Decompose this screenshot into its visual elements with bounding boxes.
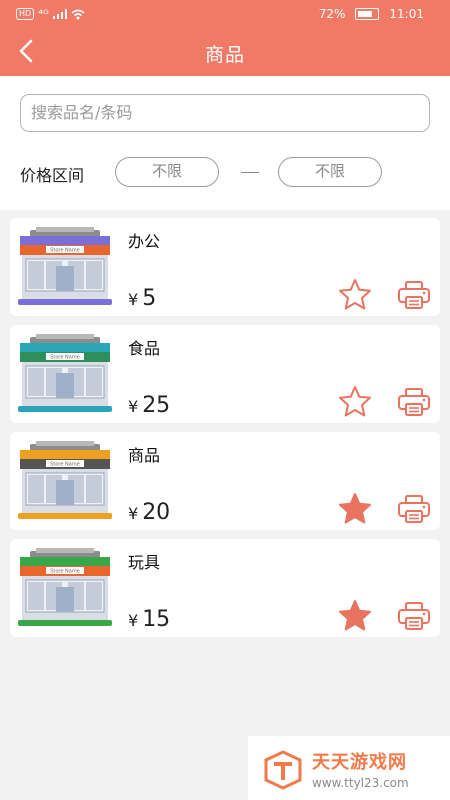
product-name: 办公 (128, 232, 161, 251)
product-price: ¥5 (128, 286, 156, 311)
battery-percent: 72% (318, 7, 346, 21)
product-name: 食品 (128, 339, 161, 358)
battery-icon (355, 8, 380, 20)
filter-panel: 搜索品名/条码 价格区间 不限 不限 (0, 76, 450, 210)
price-amount: 25 (142, 393, 171, 418)
price-range-label: 价格区间 (20, 166, 85, 185)
printer-icon[interactable] (397, 280, 431, 310)
watermark-url: www.ttyl23.com (312, 776, 409, 790)
price-amount: 5 (142, 286, 157, 311)
watermark: 天天游戏网 www.ttyl23.com (248, 736, 450, 800)
product-card[interactable]: Store Name 商品 ¥20 (10, 432, 440, 530)
svg-text:Store Name: Store Name (50, 569, 80, 575)
currency-symbol: ¥ (128, 611, 139, 630)
store-building-icon: Store Name (18, 334, 112, 412)
product-card[interactable]: Store Name 食品 ¥25 (10, 325, 440, 423)
price-amount: 20 (142, 500, 171, 525)
range-separator (241, 172, 259, 173)
printer-icon[interactable] (397, 601, 431, 631)
currency-symbol: ¥ (128, 290, 139, 309)
favorite-star-icon[interactable] (338, 278, 372, 310)
page-title: 商品 (204, 44, 245, 66)
search-input[interactable]: 搜索品名/条码 (20, 94, 430, 132)
favorite-star-icon[interactable] (338, 492, 372, 524)
currency-symbol: ¥ (128, 504, 139, 523)
watermark-logo-icon (264, 750, 302, 790)
svg-text:Store Name: Store Name (50, 248, 80, 254)
product-price: ¥25 (128, 393, 170, 418)
wifi-icon (71, 9, 85, 19)
svg-text:Store Name: Store Name (50, 462, 80, 468)
currency-symbol: ¥ (128, 397, 139, 416)
product-list: Store Name 办公 ¥5 Store Name 食品 ¥ 25 Stor… (10, 218, 440, 646)
product-price: ¥20 (128, 500, 170, 525)
printer-icon[interactable] (397, 494, 431, 524)
watermark-title: 天天游戏网 (312, 752, 407, 773)
store-building-icon: Store Name (18, 227, 112, 305)
app-header: HD ⁴ᴳ 72% 11:01 商品 (0, 0, 450, 76)
product-card[interactable]: Store Name 玩具 ¥15 (10, 539, 440, 637)
hd-badge: HD (16, 8, 35, 20)
favorite-star-icon[interactable] (338, 599, 372, 631)
store-building-icon: Store Name (18, 548, 112, 626)
signal-icon (52, 9, 67, 19)
svg-text:Store Name: Store Name (50, 355, 80, 361)
price-max-button[interactable]: 不限 (278, 157, 382, 187)
price-min-button[interactable]: 不限 (115, 157, 219, 187)
product-name: 玩具 (128, 553, 161, 572)
favorite-star-icon[interactable] (338, 385, 372, 417)
clock: 11:01 (389, 7, 424, 21)
product-card[interactable]: Store Name 办公 ¥5 (10, 218, 440, 316)
price-amount: 15 (142, 607, 171, 632)
status-bar: HD ⁴ᴳ 72% 11:01 (0, 0, 450, 28)
product-name: 商品 (128, 446, 161, 465)
store-building-icon: Store Name (18, 441, 112, 519)
signal-label: ⁴ᴳ (38, 7, 49, 21)
product-price: ¥15 (128, 607, 170, 632)
printer-icon[interactable] (397, 387, 431, 417)
